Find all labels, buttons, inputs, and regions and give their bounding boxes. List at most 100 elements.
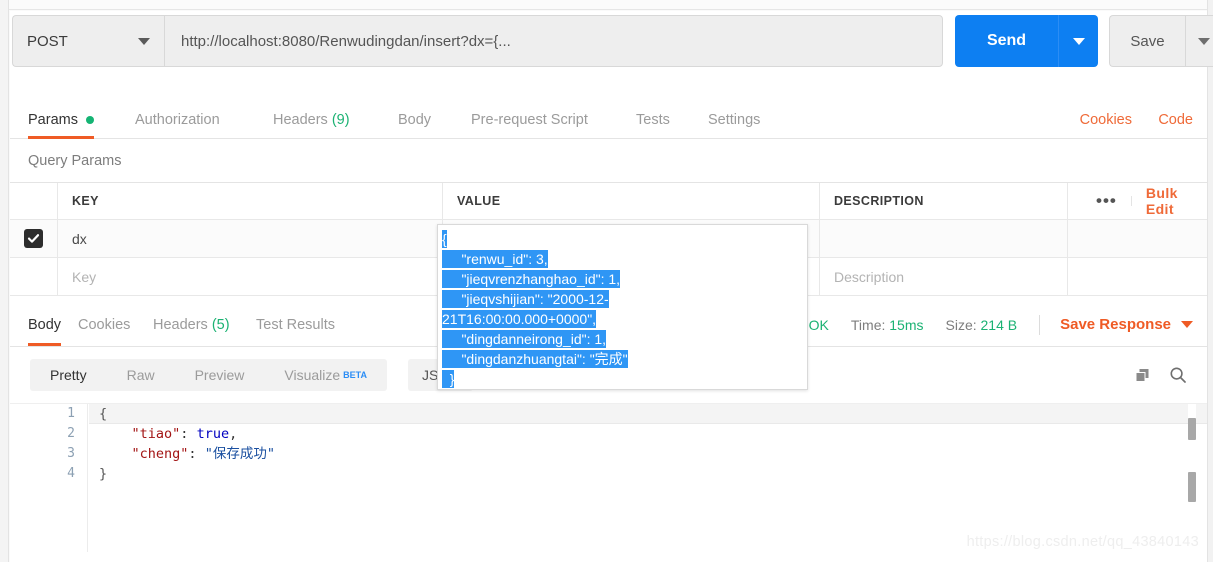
tab-body-label: Body — [398, 111, 432, 128]
request-tab-bar: Params Authorization Headers (9) Body Pr… — [10, 100, 1207, 139]
tab-pre-request-script-label: Pre-request Script — [471, 111, 588, 128]
tooltip-line: "jieqvrenzhanghao_id": 1, — [442, 270, 621, 288]
response-time-value: 15ms — [889, 316, 924, 333]
line-number: 4 — [67, 466, 75, 481]
tooltip-line: } — [442, 370, 455, 388]
tab-params[interactable]: Params — [28, 100, 94, 139]
response-time: Time: 15ms — [851, 317, 924, 333]
header-cell-description: DESCRIPTION — [820, 183, 1068, 220]
param-description-input[interactable] — [820, 220, 1068, 258]
chevron-down-icon[interactable] — [1181, 321, 1193, 328]
params-modified-dot — [85, 115, 94, 124]
tab-headers-label: Headers — [273, 111, 328, 128]
tab-tests-label: Tests — [636, 111, 670, 128]
chevron-down-icon — [1198, 37, 1210, 45]
view-mode-preview[interactable]: Preview — [175, 359, 265, 391]
copy-icon[interactable] — [1126, 359, 1158, 391]
response-tab-headers-count: (5) — [211, 316, 230, 333]
tooltip-line: 21T16:00:00.000+0000", — [442, 310, 597, 328]
response-tab-cookies[interactable]: Cookies — [78, 303, 130, 346]
row-checkbox-cell — [10, 258, 58, 296]
response-size: Size: 214 B — [946, 317, 1018, 333]
line-number: 3 — [67, 446, 75, 461]
query-params-title: Query Params — [10, 139, 1207, 183]
cookies-link[interactable]: Cookies — [1080, 100, 1132, 139]
save-button[interactable]: Save — [1109, 15, 1185, 67]
code-line: { — [89, 404, 1207, 424]
beta-badge: BETA — [343, 370, 368, 380]
http-method-label: POST — [27, 32, 68, 50]
tooltip-line: "renwu_id": 3, — [442, 250, 548, 268]
tab-headers[interactable]: Headers (9) — [273, 100, 350, 139]
response-tab-body[interactable]: Body — [28, 303, 62, 346]
view-mode-visualize[interactable]: Visualize BETA — [264, 359, 387, 391]
new-param-description-input[interactable]: Description — [820, 258, 1068, 296]
code-link[interactable]: Code — [1158, 100, 1193, 139]
save-response-button[interactable]: Save Response — [1060, 316, 1171, 333]
header-cell-actions: ••• Bulk Edit — [1068, 183, 1207, 220]
row-checkbox-cell — [10, 220, 58, 258]
line-number: 1 — [67, 406, 75, 421]
url-text: http://localhost:8080/Renwudingdan/inser… — [181, 32, 511, 50]
response-tab-test-results[interactable]: Test Results — [256, 303, 335, 346]
line-number: 2 — [67, 426, 75, 441]
tooltip-line: { — [442, 230, 447, 248]
url-bar: POST http://localhost:8080/Renwudingdan/… — [12, 15, 1213, 70]
window-left-chrome — [0, 0, 9, 562]
chevron-down-icon — [1072, 37, 1085, 45]
tooltip-line: "dingdanneirong_id": 1, — [442, 330, 607, 348]
param-value-tooltip: { "renwu_id": 3, "jieqvrenzhanghao_id": … — [437, 224, 808, 390]
view-mode-pretty[interactable]: Pretty — [30, 359, 107, 391]
tab-params-label: Params — [28, 111, 78, 128]
send-options-button[interactable] — [1058, 15, 1098, 67]
response-size-value: 214 B — [980, 316, 1018, 333]
response-tab-headers-label: Headers — [153, 316, 208, 333]
header-cell-key: KEY — [58, 183, 443, 220]
divider — [1039, 314, 1041, 335]
http-method-selector[interactable]: POST — [12, 15, 164, 67]
response-time-label: Time: — [850, 316, 886, 333]
more-options-icon[interactable]: ••• — [1082, 192, 1132, 209]
tab-tests[interactable]: Tests — [636, 100, 670, 139]
chevron-down-icon — [138, 37, 150, 45]
view-mode-raw[interactable]: Raw — [107, 359, 175, 391]
tab-authorization[interactable]: Authorization — [135, 100, 220, 139]
line-number-gutter: 1 2 3 4 — [10, 404, 88, 552]
tab-pre-request-script[interactable]: Pre-request Script — [471, 100, 588, 139]
tab-settings-label: Settings — [708, 111, 761, 128]
response-body-code[interactable]: { "tiao": true, "cheng": "保存成功"} — [89, 404, 1207, 552]
tooltip-line: "jieqvshijian": "2000-12- — [442, 290, 609, 308]
header-cell-value: VALUE — [443, 183, 820, 220]
postman-window: POST http://localhost:8080/Renwudingdan/… — [0, 0, 1213, 562]
vertical-scrollbar-thumb[interactable] — [1188, 418, 1196, 440]
response-body-viewer: 1 2 3 4 { "tiao": true, "cheng": "保存成功"} — [10, 403, 1207, 552]
response-status-area: 0 OK Time: 15ms Size: 214 B Save Respons… — [797, 303, 1193, 346]
tab-authorization-label: Authorization — [135, 111, 220, 128]
header-cell-check — [10, 183, 58, 220]
vertical-scrollbar-thumb-secondary[interactable] — [1188, 472, 1196, 502]
row-actions-cell — [1068, 220, 1207, 258]
param-enabled-checkbox[interactable] — [24, 229, 43, 248]
table-header-row: KEY VALUE DESCRIPTION ••• Bulk Edit — [10, 183, 1207, 220]
tab-headers-count: (9) — [331, 111, 350, 128]
window-top-chrome — [0, 0, 1213, 10]
param-key-input[interactable]: dx — [58, 220, 443, 258]
tooltip-line: "dingdanzhuangtai": "完成" — [442, 350, 628, 368]
watermark: https://blog.csdn.net/qq_43840143 — [966, 534, 1199, 550]
response-tab-test-results-label: Test Results — [256, 316, 335, 333]
response-tab-headers[interactable]: Headers (5) — [153, 303, 230, 346]
bulk-edit-link[interactable]: Bulk Edit — [1132, 185, 1193, 217]
row-actions-cell — [1068, 258, 1207, 296]
new-param-key-input[interactable]: Key — [58, 258, 443, 296]
tab-settings[interactable]: Settings — [708, 100, 760, 139]
tab-body[interactable]: Body — [398, 100, 431, 139]
view-mode-visualize-label: Visualize — [284, 367, 341, 383]
code-line: } — [99, 466, 108, 482]
save-options-button[interactable] — [1185, 15, 1213, 67]
url-input[interactable]: http://localhost:8080/Renwudingdan/inser… — [164, 15, 943, 67]
code-line: "cheng": "保存成功" — [131, 446, 275, 462]
response-tab-body-label: Body — [28, 316, 62, 333]
send-button[interactable]: Send — [955, 15, 1058, 67]
view-mode-group: Pretty Raw Preview Visualize BETA — [30, 359, 388, 391]
search-icon[interactable] — [1162, 359, 1194, 391]
